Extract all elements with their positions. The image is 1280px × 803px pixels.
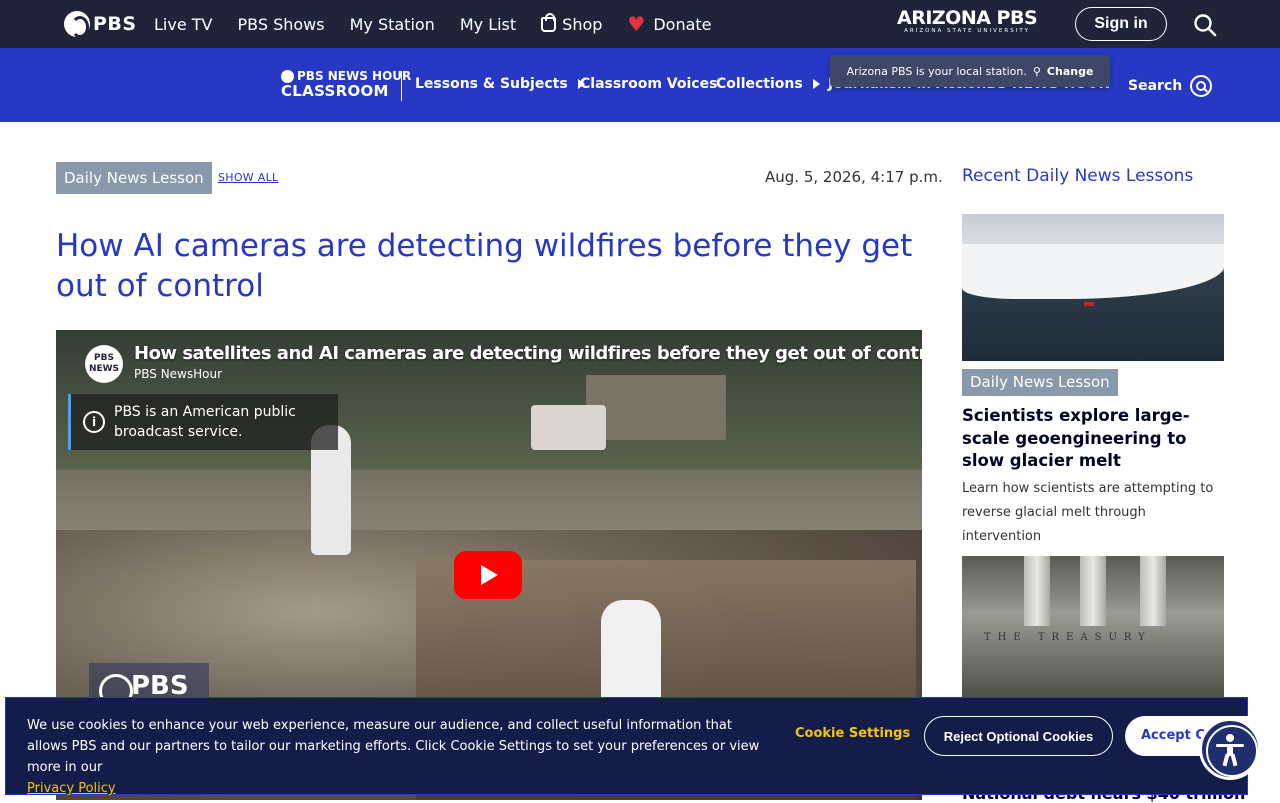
nav-collections[interactable]: Collections bbox=[716, 76, 820, 92]
accessibility-leg bbox=[1230, 753, 1238, 767]
shopping-bag-icon bbox=[541, 12, 557, 32]
nav-collections-label: Collections bbox=[716, 76, 803, 92]
card-title[interactable]: Scientists explore large-scale geoengine… bbox=[962, 405, 1224, 473]
show-all-link[interactable]: SHOW ALL bbox=[218, 171, 278, 184]
video-title[interactable]: How satellites and AI cameras are detect… bbox=[134, 343, 922, 364]
nav-live-tv[interactable]: Live TV bbox=[154, 15, 212, 34]
nav-classroom-voices[interactable]: Classroom Voices bbox=[580, 76, 717, 92]
nav-donate-label: Donate bbox=[653, 14, 712, 34]
glacier-thumbnail[interactable] bbox=[962, 214, 1224, 361]
cookie-banner: We use cookies to enhance your web exper… bbox=[5, 697, 1255, 796]
column bbox=[1080, 556, 1106, 626]
video-house bbox=[586, 375, 726, 440]
info-panel[interactable]: i PBS is an American public broadcast se… bbox=[68, 394, 338, 450]
nav-lessons-label: Lessons & Subjects bbox=[415, 76, 568, 92]
nav-pbs-shows[interactable]: PBS Shows bbox=[237, 15, 324, 34]
search-icon bbox=[1190, 75, 1213, 97]
column bbox=[1140, 556, 1166, 626]
station-logo[interactable]: ARIZONA PBS ARIZONA STATE UNIVERSITY bbox=[897, 7, 1038, 35]
local-station-popup: Arizona PBS is your local station. ⚲ Cha… bbox=[830, 55, 1110, 87]
nav-donate[interactable]: ♥ Donate bbox=[627, 14, 711, 34]
nav-shop[interactable]: Shop bbox=[541, 12, 603, 34]
accessibility-leg bbox=[1222, 753, 1230, 767]
accessibility-head bbox=[1226, 734, 1234, 742]
location-pin-icon: ⚲ bbox=[1032, 64, 1041, 78]
logo-line2: CLASSROOM bbox=[281, 82, 389, 100]
station-sub: ARIZONA STATE UNIVERSITY bbox=[904, 28, 1031, 34]
daily-news-lesson-badge[interactable]: Daily News Lesson bbox=[56, 162, 212, 194]
cookie-text: We use cookies to enhance your web exper… bbox=[27, 718, 760, 775]
caret-right-icon bbox=[812, 79, 820, 89]
cookie-settings-button[interactable]: Cookie Settings bbox=[795, 726, 910, 741]
video-channel[interactable]: PBS NewsHour bbox=[134, 367, 222, 381]
info-icon: i bbox=[83, 411, 105, 433]
station-name: ARIZONA PBS bbox=[897, 7, 1038, 29]
top-bar: PBS Live TV PBS Shows My Station My List… bbox=[0, 0, 1280, 48]
search-icon[interactable] bbox=[1193, 13, 1217, 37]
privacy-policy-link[interactable]: Privacy Policy bbox=[27, 781, 116, 796]
nav-lessons-subjects[interactable]: Lessons & Subjects bbox=[415, 76, 585, 92]
pbs-logo[interactable]: PBS bbox=[64, 11, 137, 38]
treasury-thumbnail[interactable]: THE TREASURY bbox=[962, 556, 1224, 700]
nav-divider bbox=[401, 71, 402, 101]
nav-shop-label: Shop bbox=[562, 14, 603, 34]
video-trailer bbox=[531, 405, 606, 450]
article-headline: How AI cameras are detecting wildfires b… bbox=[56, 228, 913, 304]
play-button[interactable] bbox=[454, 551, 522, 599]
nav-my-station[interactable]: My Station bbox=[350, 15, 435, 34]
newshour-classroom-logo[interactable]: PBS NEWS HOUR CLASSROOM bbox=[281, 70, 411, 100]
cookie-message: We use cookies to enhance your web exper… bbox=[27, 715, 767, 799]
pbs-head-icon bbox=[64, 11, 90, 38]
sign-in-button[interactable]: Sign in bbox=[1075, 7, 1167, 41]
info-text: PBS is an American public broadcast serv… bbox=[114, 404, 296, 440]
nav-my-list[interactable]: My List bbox=[460, 15, 516, 34]
local-station-text: Arizona PBS is your local station. bbox=[846, 64, 1027, 78]
classroom-search[interactable]: Search bbox=[1128, 75, 1213, 97]
channel-avatar[interactable]: PBS NEWS bbox=[85, 345, 123, 383]
sidebar-title: Recent Daily News Lessons bbox=[962, 166, 1194, 186]
reject-cookies-button[interactable]: Reject Optional Cookies bbox=[924, 716, 1113, 756]
change-station-link[interactable]: Change bbox=[1047, 65, 1094, 78]
heart-icon: ♥ bbox=[627, 12, 646, 36]
classroom-search-label: Search bbox=[1128, 78, 1183, 94]
card-badge[interactable]: Daily News Lesson bbox=[962, 369, 1118, 396]
column bbox=[1024, 556, 1050, 626]
accessibility-icon[interactable] bbox=[1199, 718, 1261, 780]
top-nav: Live TV PBS Shows My Station My List Sho… bbox=[154, 0, 737, 48]
card-description: Learn how scientists are attempting to r… bbox=[962, 481, 1214, 544]
treasury-inscription: THE TREASURY bbox=[984, 632, 1152, 643]
publish-date: Aug. 5, 2026, 4:17 p.m. bbox=[765, 168, 943, 186]
